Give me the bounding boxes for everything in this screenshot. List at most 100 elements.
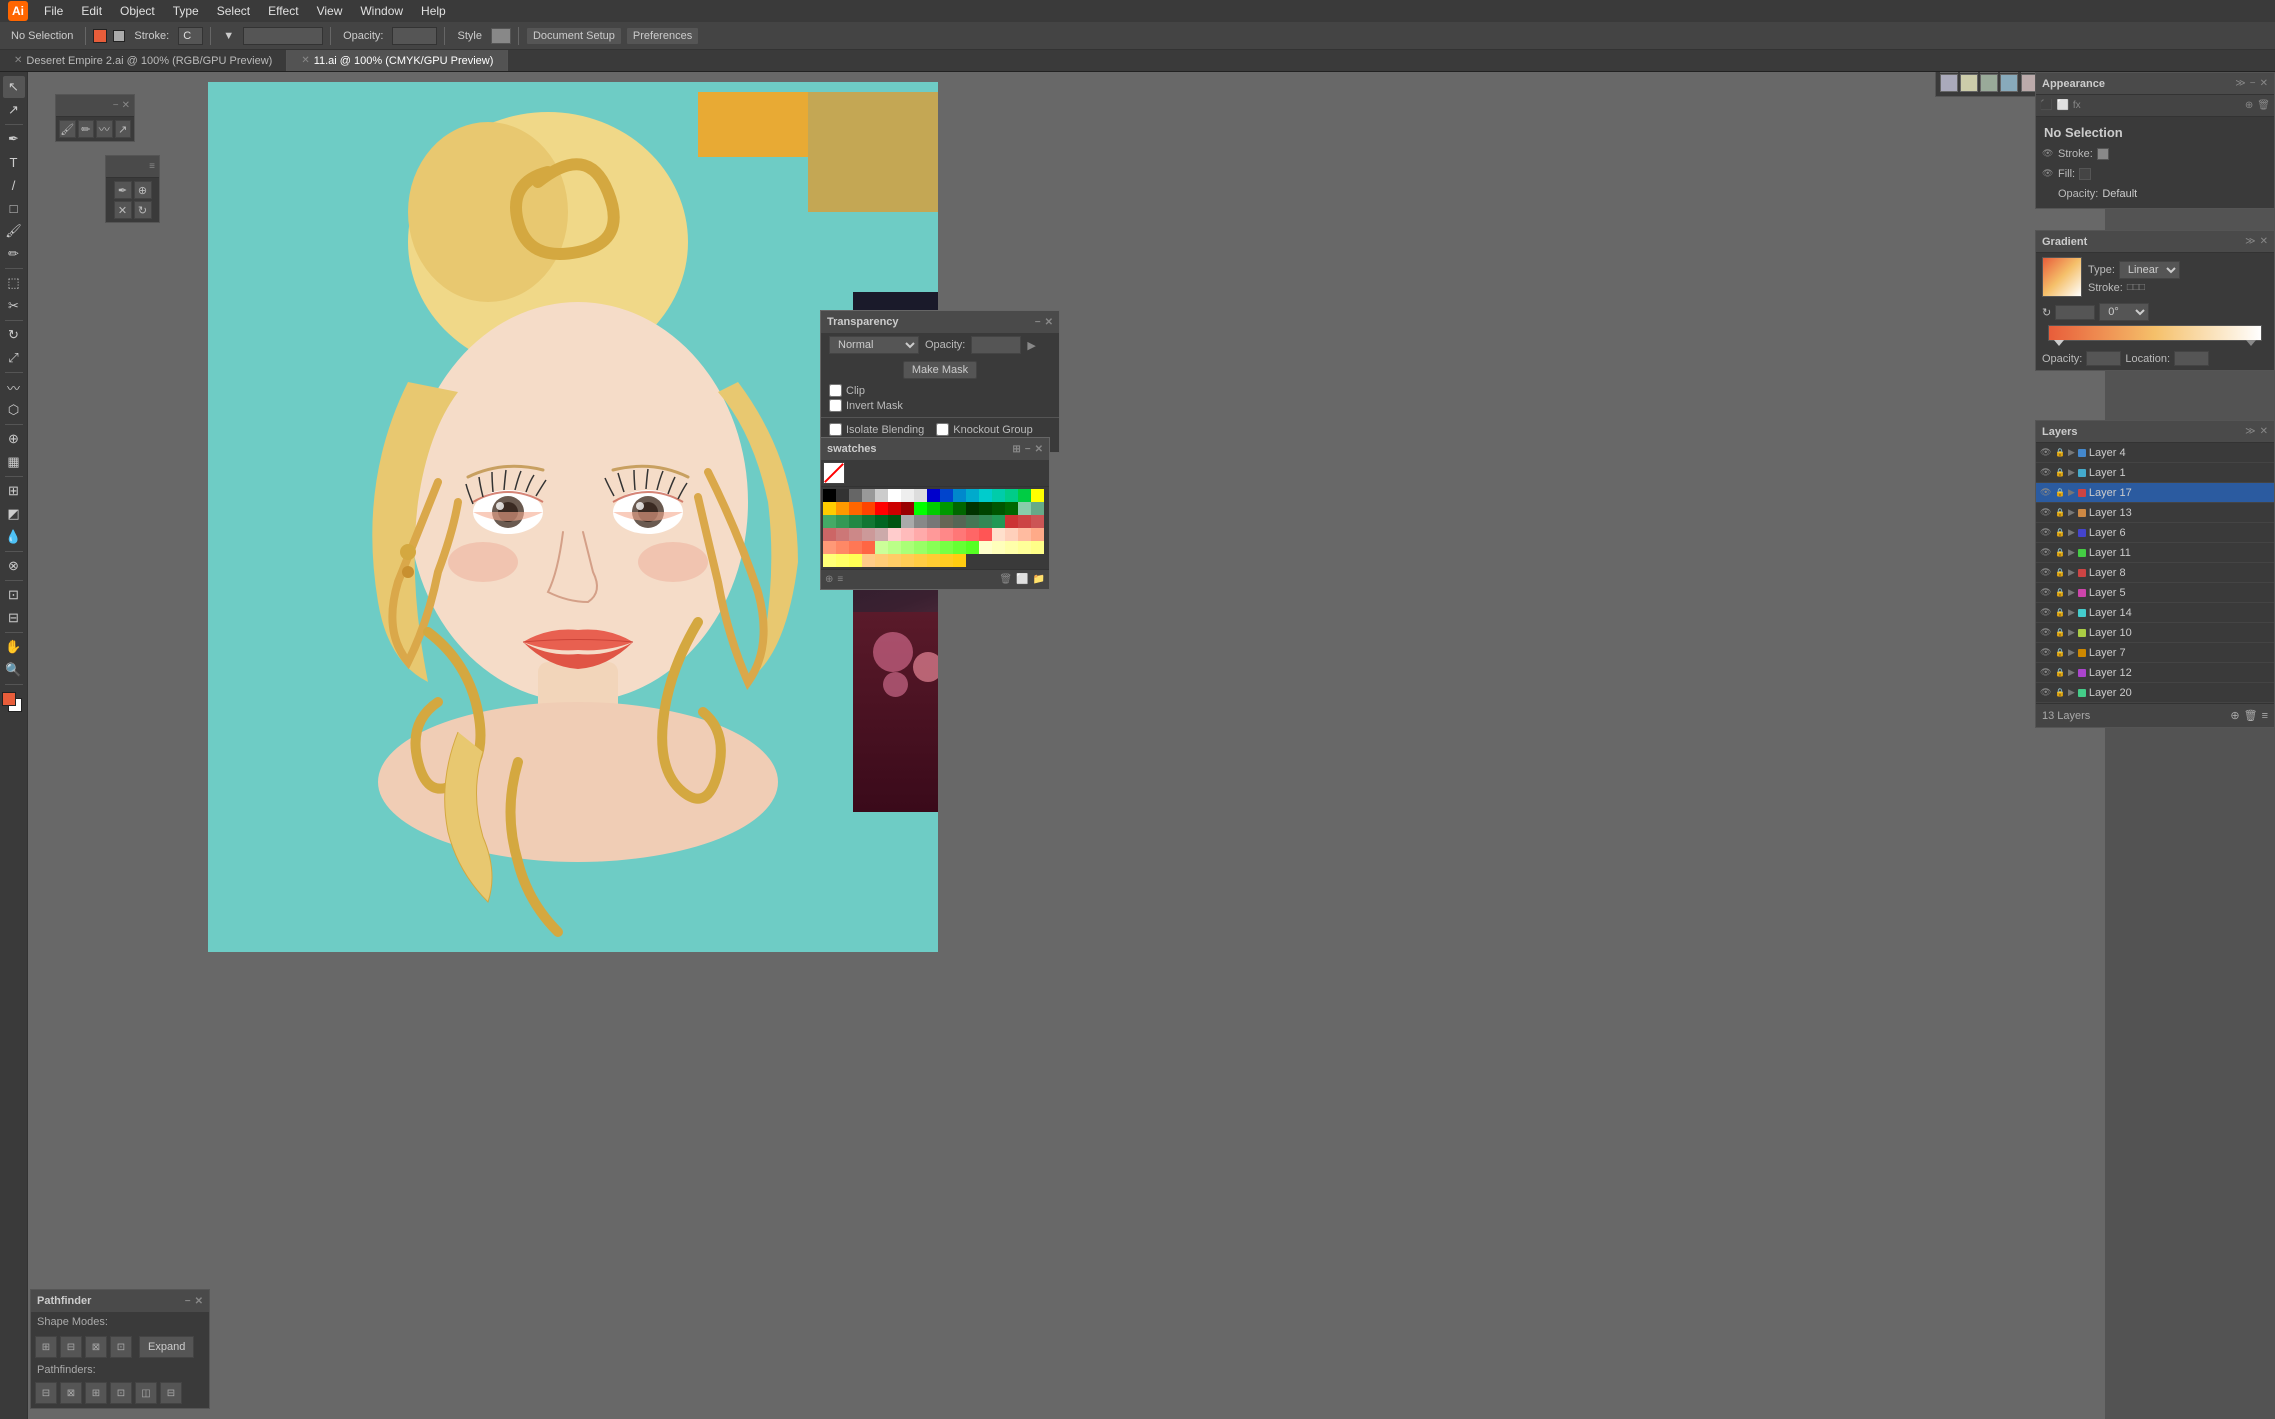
opacity-input[interactable]: 100%	[392, 27, 437, 45]
layers-close[interactable]: ✕	[2260, 426, 2268, 437]
swatch-31[interactable]	[1005, 502, 1018, 515]
swatch-47[interactable]	[992, 515, 1005, 528]
style-swatch-11[interactable]	[2000, 74, 2018, 92]
layer-row-6[interactable]: 👁 🔒 ▶ Layer 8	[2036, 563, 2274, 583]
tab-0-close[interactable]: ✕	[14, 55, 22, 66]
swatch-26[interactable]	[940, 502, 953, 515]
brushes-menu[interactable]: ✕	[122, 100, 130, 111]
layer-eye-7[interactable]: 👁	[2040, 587, 2052, 599]
swatch-13[interactable]	[992, 489, 1005, 502]
brush-3[interactable]: ↗	[115, 120, 132, 138]
rotate-tool[interactable]: ↻	[3, 324, 25, 346]
zoom-tool[interactable]: 🔍	[3, 659, 25, 681]
swatch-23[interactable]	[901, 502, 914, 515]
appear-tab-2[interactable]: fx	[2073, 100, 2081, 111]
artboard-tool[interactable]: ⊡	[3, 584, 25, 606]
layer-eye-4[interactable]: 👁	[2040, 527, 2052, 539]
trans-clip-check[interactable]	[829, 384, 842, 397]
gradient-type-select[interactable]: Linear	[2119, 261, 2180, 279]
sw-folder[interactable]: 📁	[1033, 574, 1045, 585]
pf-expand-btn[interactable]: Expand	[139, 1336, 194, 1358]
stroke-swatch[interactable]	[113, 30, 125, 42]
appear-tab-4[interactable]: 🗑	[2257, 100, 2270, 111]
layer-eye-5[interactable]: 👁	[2040, 547, 2052, 559]
layer-lock-3[interactable]: 🔒	[2055, 508, 2065, 518]
appear-stroke-icon[interactable]	[2097, 148, 2109, 160]
swatch-6[interactable]	[901, 489, 914, 502]
pen-1[interactable]: ⊕	[134, 181, 152, 199]
appear-fill-eye[interactable]: 👁	[2042, 168, 2054, 180]
appear-tab-1[interactable]: ⬜	[2056, 100, 2068, 111]
swatch-61[interactable]	[953, 528, 966, 541]
swatch-76[interactable]	[927, 541, 940, 554]
scale-tool[interactable]: ⤢	[3, 347, 25, 369]
swatch-95[interactable]	[953, 554, 966, 567]
swatch-20[interactable]	[862, 502, 875, 515]
scissors-tool[interactable]: ✂	[3, 295, 25, 317]
layer-row-10[interactable]: 👁 🔒 ▶ Layer 7	[2036, 643, 2274, 663]
swatch-42[interactable]	[927, 515, 940, 528]
pf-divide[interactable]: ⊟	[35, 1382, 57, 1404]
swatch-94[interactable]	[940, 554, 953, 567]
swatch-33[interactable]	[1031, 502, 1044, 515]
swatch-85[interactable]	[823, 554, 836, 567]
pf-trim[interactable]: ⊠	[60, 1382, 82, 1404]
pen-3[interactable]: ↻	[134, 201, 152, 219]
layers-expand[interactable]: ≫	[2245, 426, 2255, 437]
menu-edit[interactable]: Edit	[73, 2, 110, 20]
trans-invert-check[interactable]	[829, 399, 842, 412]
layer-lock-2[interactable]: 🔒	[2055, 488, 2065, 498]
swatch-53[interactable]	[849, 528, 862, 541]
layer-lock-6[interactable]: 🔒	[2055, 568, 2065, 578]
sw-new[interactable]: ⬜	[1016, 574, 1028, 585]
stroke-size-input[interactable]: 15 pt. Ro...	[243, 27, 323, 45]
layer-lock-7[interactable]: 🔒	[2055, 588, 2065, 598]
layer-lock-5[interactable]: 🔒	[2055, 548, 2065, 558]
swatch-66[interactable]	[1018, 528, 1031, 541]
layer-expand-11[interactable]: ▶	[2068, 667, 2075, 678]
swatch-59[interactable]	[927, 528, 940, 541]
appear-fill-icon[interactable]	[2079, 168, 2091, 180]
swatch-82[interactable]	[1005, 541, 1018, 554]
swatch-62[interactable]	[966, 528, 979, 541]
pf-close[interactable]: ✕	[195, 1296, 203, 1307]
trans-mode-select[interactable]: Normal	[829, 336, 919, 354]
document-setup-btn[interactable]: Document Setup	[526, 27, 622, 45]
swatch-71[interactable]	[862, 541, 875, 554]
layer-expand-3[interactable]: ▶	[2068, 507, 2075, 518]
style-swatch-9[interactable]	[1960, 74, 1978, 92]
swatch-69[interactable]	[836, 541, 849, 554]
layer-expand-7[interactable]: ▶	[2068, 587, 2075, 598]
swatch-15[interactable]	[1018, 489, 1031, 502]
swatch-80[interactable]	[979, 541, 992, 554]
free-transform-tool[interactable]: ⬡	[3, 399, 25, 421]
preferences-btn[interactable]: Preferences	[626, 27, 699, 45]
appear-tab-3[interactable]: ⊕	[2245, 100, 2253, 111]
layer-row-4[interactable]: 👁 🔒 ▶ Layer 6	[2036, 523, 2274, 543]
trans-close[interactable]: ✕	[1045, 317, 1053, 328]
swatch-25[interactable]	[927, 502, 940, 515]
fill-swatch[interactable]	[93, 29, 107, 43]
layer-row-5[interactable]: 👁 🔒 ▶ Layer 11	[2036, 543, 2274, 563]
sw-del[interactable]: 🗑	[999, 574, 1012, 585]
swatch-63[interactable]	[979, 528, 992, 541]
swatch-8[interactable]	[927, 489, 940, 502]
gradient-stop-left[interactable]	[2054, 340, 2064, 346]
swatch-4[interactable]	[875, 489, 888, 502]
pf-min[interactable]: −	[185, 1296, 191, 1307]
layers-del-btn[interactable]: 🗑	[2244, 709, 2258, 722]
swatch-91[interactable]	[901, 554, 914, 567]
swatch-52[interactable]	[836, 528, 849, 541]
layer-row-0[interactable]: 👁 🔒 ▶ Layer 4	[2036, 443, 2274, 463]
style-swatch-10[interactable]	[1980, 74, 1998, 92]
layer-expand-0[interactable]: ▶	[2068, 447, 2075, 458]
swatch-16[interactable]	[1031, 489, 1044, 502]
layer-eye-1[interactable]: 👁	[2040, 467, 2052, 479]
layer-expand-12[interactable]: ▶	[2068, 687, 2075, 698]
gradient-stop-right[interactable]	[2246, 340, 2256, 346]
layer-lock-10[interactable]: 🔒	[2055, 648, 2065, 658]
layer-eye-8[interactable]: 👁	[2040, 607, 2052, 619]
menu-type[interactable]: Type	[165, 2, 207, 20]
swatch-0[interactable]	[823, 489, 836, 502]
swatch-84[interactable]	[1031, 541, 1044, 554]
